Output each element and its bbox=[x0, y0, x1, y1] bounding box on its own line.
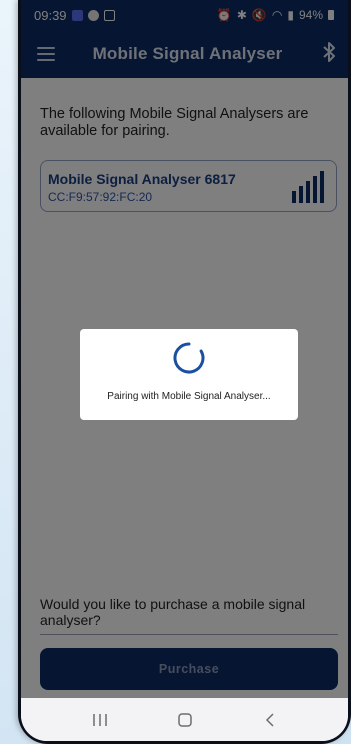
system-nav-bar bbox=[21, 698, 348, 741]
loading-spinner-icon bbox=[173, 342, 205, 374]
pairing-dialog: Pairing with Mobile Signal Analyser... bbox=[80, 329, 298, 420]
home-icon[interactable] bbox=[173, 708, 197, 732]
back-icon[interactable] bbox=[258, 708, 282, 732]
pairing-message: Pairing with Mobile Signal Analyser... bbox=[107, 391, 271, 402]
phone-frame: 09:39 ⏰ ✱ 🔇 ◠ ▮ 94% Mobile Signal Analys… bbox=[18, 0, 351, 744]
recent-apps-icon[interactable] bbox=[88, 708, 112, 732]
screen: 09:39 ⏰ ✱ 🔇 ◠ ▮ 94% Mobile Signal Analys… bbox=[21, 0, 348, 741]
